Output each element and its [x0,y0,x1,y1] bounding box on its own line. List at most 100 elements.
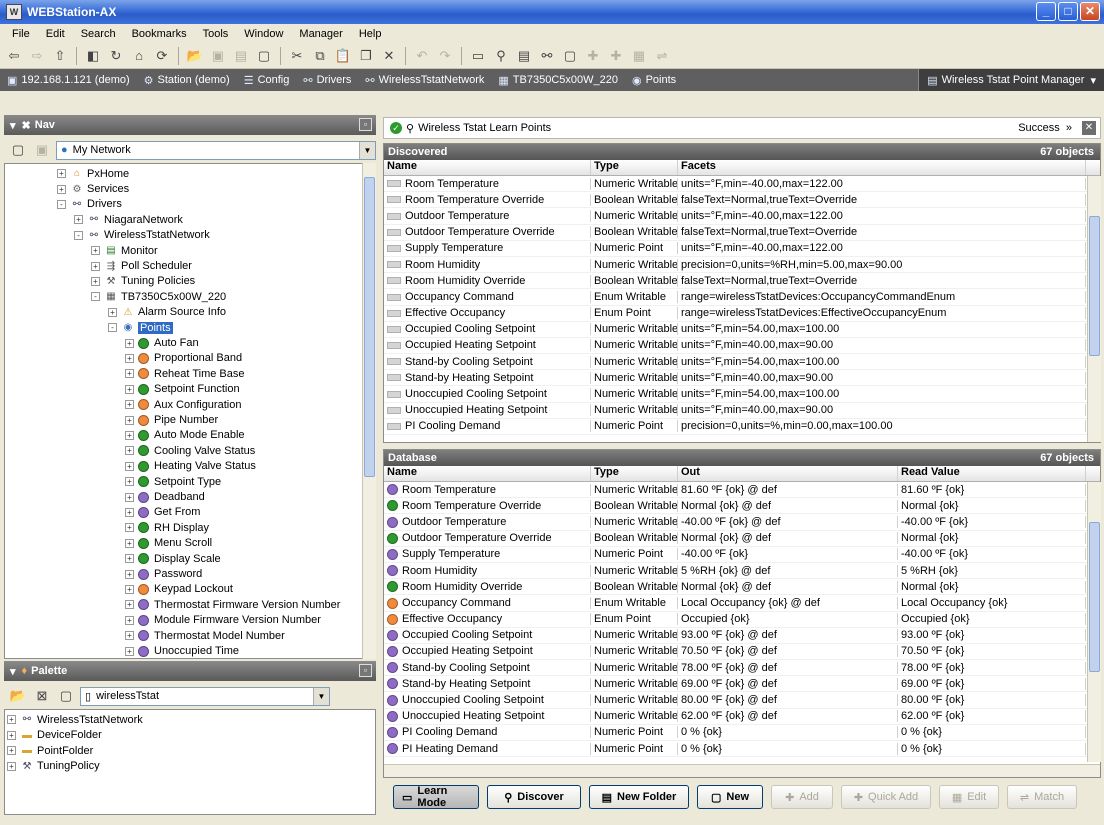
learn-mode-button[interactable]: ▭ Learn Mode [393,785,479,809]
refresh-palette-icon[interactable]: ▢ [56,686,76,706]
new-tree-icon[interactable]: ▢ [8,140,28,160]
column-header[interactable]: Facets [678,160,1086,175]
expand-icon[interactable]: + [125,631,134,641]
quick-add-icon[interactable]: ✚ [606,46,626,66]
close-tree-icon[interactable]: ▣ [32,140,52,160]
column-header[interactable]: Out [678,466,898,481]
reload-icon[interactable]: ⟳ [152,46,172,66]
pane-close-icon[interactable]: ▫ [359,118,372,131]
table-row[interactable]: Room Humidity Numeric Writable 5 %RH {ok} … [384,563,1100,580]
table-row[interactable]: Room Humidity Override Boolean Writable No… [384,579,1100,596]
table-row[interactable]: Occupancy Command Enum Writable range=wire… [384,289,1100,306]
open-palette-icon[interactable]: 📂 [8,686,28,706]
palette-item[interactable]: + ⚒ TuningPolicy [7,759,100,774]
table-row[interactable]: Occupied Heating Setpoint Numeric Writabl… [384,338,1100,355]
refresh-icon[interactable]: ↻ [106,46,126,66]
nav-tree-node[interactable]: + Menu Scroll [125,536,212,551]
expand-icon[interactable]: + [7,715,16,725]
table-row[interactable]: Stand-by Heating Setpoint Numeric Writabl… [384,370,1100,387]
save-icon[interactable]: ▣ [208,46,228,66]
expand-icon[interactable]: + [125,400,134,410]
tuning-icon[interactable]: ⚯ [537,46,557,66]
forward-icon[interactable]: ⇨ [27,46,47,66]
duplicate-icon[interactable]: ❐ [356,46,376,66]
table-row[interactable]: Unoccupied Heating Setpoint Numeric Writa… [384,709,1100,725]
back-icon[interactable]: ⇦ [4,46,24,66]
expand-icon[interactable]: + [125,384,134,394]
menu-window[interactable]: Window [236,28,291,40]
save-all-icon[interactable]: ▤ [231,46,251,66]
open-icon[interactable]: 📂 [185,46,205,66]
table-row[interactable]: Room Temperature Override Boolean Writabl… [384,498,1100,515]
column-header[interactable]: Type [591,160,678,175]
close-palette-icon[interactable]: ⊠ [32,686,52,706]
nav-tree-node[interactable]: + Display Scale [125,551,221,566]
expand-icon[interactable]: + [57,169,66,179]
expand-icon[interactable]: + [125,523,134,533]
table-row[interactable]: Occupancy Command Enum Writable Local Occu… [384,595,1100,612]
nav-tree-node[interactable]: + Thermostat Model Number [125,628,285,643]
table-row[interactable]: Effective Occupancy Enum Point range=wirel… [384,306,1100,322]
palette-item[interactable]: + ▬ DeviceFolder [7,728,102,743]
table-row[interactable]: PI Cooling Demand Numeric Point 0 % {ok} 0 … [384,725,1100,741]
table-row[interactable]: Outdoor Temperature Numeric Writable units… [384,208,1100,225]
palette-selector[interactable]: ▯ wirelessTstat ▼ [80,686,330,706]
edit-button[interactable]: ▦ Edit [939,785,999,809]
expand-icon[interactable]: + [125,446,134,456]
expand-icon[interactable]: + [125,646,134,656]
nav-tree-node[interactable]: + Proportional Band [125,351,242,366]
column-header[interactable]: Name [384,160,591,175]
table-row[interactable]: Outdoor Temperature Override Boolean Writ… [384,531,1100,547]
discovered-scrollbar[interactable] [1087,176,1101,442]
breadcrumb-item[interactable]: ▦ TB7350C5x00W_220 [491,69,625,91]
nav-tree-node[interactable]: + Reheat Time Base [125,366,245,381]
column-header[interactable]: Type [591,466,678,481]
breadcrumb-item[interactable]: ▣ 192.168.1.121 (demo) [0,69,137,91]
add-icon[interactable]: ✚ [583,46,603,66]
expand-icon[interactable]: + [108,307,117,317]
nav-tree-node[interactable]: + Setpoint Function [125,382,240,397]
expand-icon[interactable]: + [125,554,134,564]
expand-icon[interactable]: + [91,261,100,271]
new-folder-button[interactable]: ▤ New Folder [589,785,689,809]
collapse-icon[interactable]: - [57,199,66,209]
maximize-button[interactable]: □ [1058,2,1078,21]
expand-icon[interactable]: + [7,746,16,756]
palette-tree[interactable]: + ⚯ WirelessTstatNetwork + ▬ DeviceFolder + ▬ Po… [4,709,376,815]
nav-tree-node[interactable]: + ⚯ NiagaraNetwork [74,212,183,227]
table-row[interactable]: Stand-by Cooling Setpoint Numeric Writabl… [384,354,1100,371]
paste-icon[interactable]: 📋 [333,46,353,66]
nav-tree-node[interactable]: + Auto Fan [125,335,199,350]
table-row[interactable]: Unoccupied Heating Setpoint Numeric Writa… [384,403,1100,419]
new-point-icon[interactable]: ▢ [560,46,580,66]
side-bar-icon[interactable]: ◧ [83,46,103,66]
close-button[interactable]: ✕ [1080,2,1100,21]
expand-icon[interactable]: + [91,276,100,286]
table-row[interactable]: PI Cooling Demand Numeric Point precision=… [384,419,1100,435]
table-row[interactable]: Supply Temperature Numeric Point units=°F,… [384,241,1100,257]
expand-icon[interactable]: + [125,430,134,440]
nav-tree-node[interactable]: + Unoccupied Time [125,643,239,658]
nav-tree-node[interactable]: + Module Firmware Version Number [125,613,321,628]
breadcrumb-item[interactable]: ⚯ Drivers [296,69,358,91]
table-row[interactable]: Stand-by Heating Setpoint Numeric Writabl… [384,676,1100,693]
expand-icon[interactable]: + [125,492,134,502]
collapse-icon[interactable]: ▾ [10,665,16,678]
breadcrumb-item[interactable]: ◉ Points [625,69,683,91]
discover-button[interactable]: ⚲ Discover [487,785,581,809]
new-button[interactable]: ▢ New [697,785,763,809]
collapse-icon[interactable]: - [108,323,117,333]
discover-icon[interactable]: ⚲ [491,46,511,66]
table-row[interactable]: Occupied Cooling Setpoint Numeric Writabl… [384,322,1100,338]
expand-icon[interactable]: + [74,215,83,225]
table-row[interactable]: Occupied Cooling Setpoint Numeric Writabl… [384,628,1100,644]
copy-icon[interactable]: ⧉ [310,46,330,66]
nav-tree-node[interactable]: + ⚠ Alarm Source Info [108,305,226,320]
palette-item[interactable]: + ▬ PointFolder [7,743,93,758]
view-selector[interactable]: ▤ Wireless Tstat Point Manager ▾ [918,69,1104,91]
table-row[interactable]: Occupied Heating Setpoint Numeric Writabl… [384,644,1100,661]
nav-tree-node[interactable]: + Setpoint Type [125,474,221,489]
nav-tree-node[interactable]: + RH Display [125,520,209,535]
nav-tree-node[interactable]: + ▤ Monitor [91,243,158,258]
expand-icon[interactable]: + [125,569,134,579]
